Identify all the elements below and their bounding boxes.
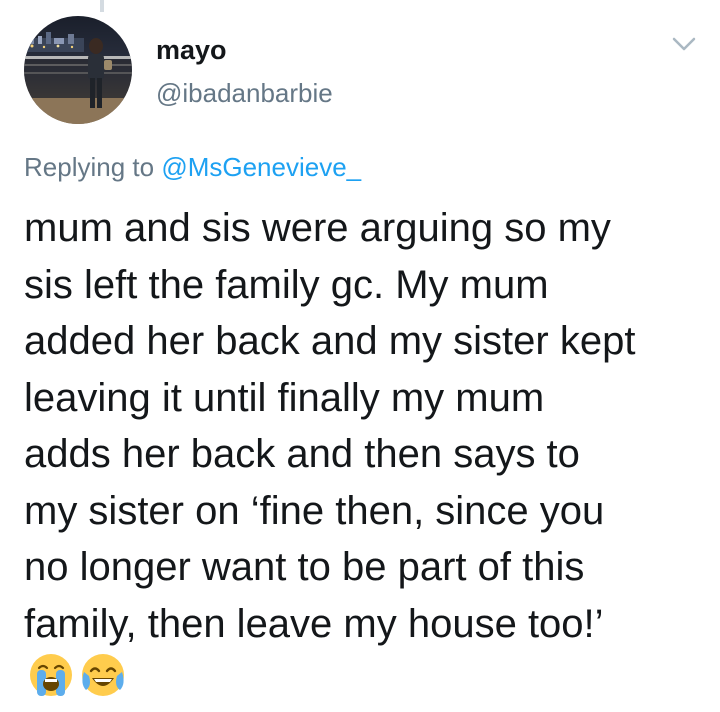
chevron-down-icon[interactable] (668, 30, 700, 58)
tweet-text-line: my sister on ‘fine then, since you (24, 488, 605, 533)
tweet-text-line: mum and sis were arguing so my (24, 206, 611, 250)
tweet-text-line: no longer want to be part of this (24, 545, 585, 589)
tweet-text: mum and sis were arguing so my sis left … (24, 200, 714, 652)
reply-mention-link[interactable]: @MsGenevieve_ (161, 152, 361, 182)
loudly-crying-face-emoji-icon (28, 652, 74, 698)
replying-to-prefix: Replying to (24, 152, 162, 182)
tweet-text-line: family, then leave my house too!’ (24, 601, 604, 646)
face-with-tears-of-joy-emoji-icon (80, 652, 126, 698)
tweet-text-line: added her back and my sister kept (24, 319, 636, 363)
replying-to-line: Replying to @MsGenevieve_ (24, 150, 361, 184)
thread-connector-line (100, 0, 104, 12)
emoji-row (28, 652, 132, 702)
tweet-text-line: adds her back and then says to (24, 432, 580, 476)
avatar[interactable] (24, 16, 132, 124)
tweet-text-line: leaving it until finally my mum (24, 375, 545, 420)
author-handle[interactable]: @ibadanbarbie (156, 76, 333, 110)
avatar-photo (24, 16, 132, 124)
tweet-text-line: sis left the family gc. My mum (24, 262, 549, 307)
author-display-name[interactable]: mayo (156, 33, 227, 67)
